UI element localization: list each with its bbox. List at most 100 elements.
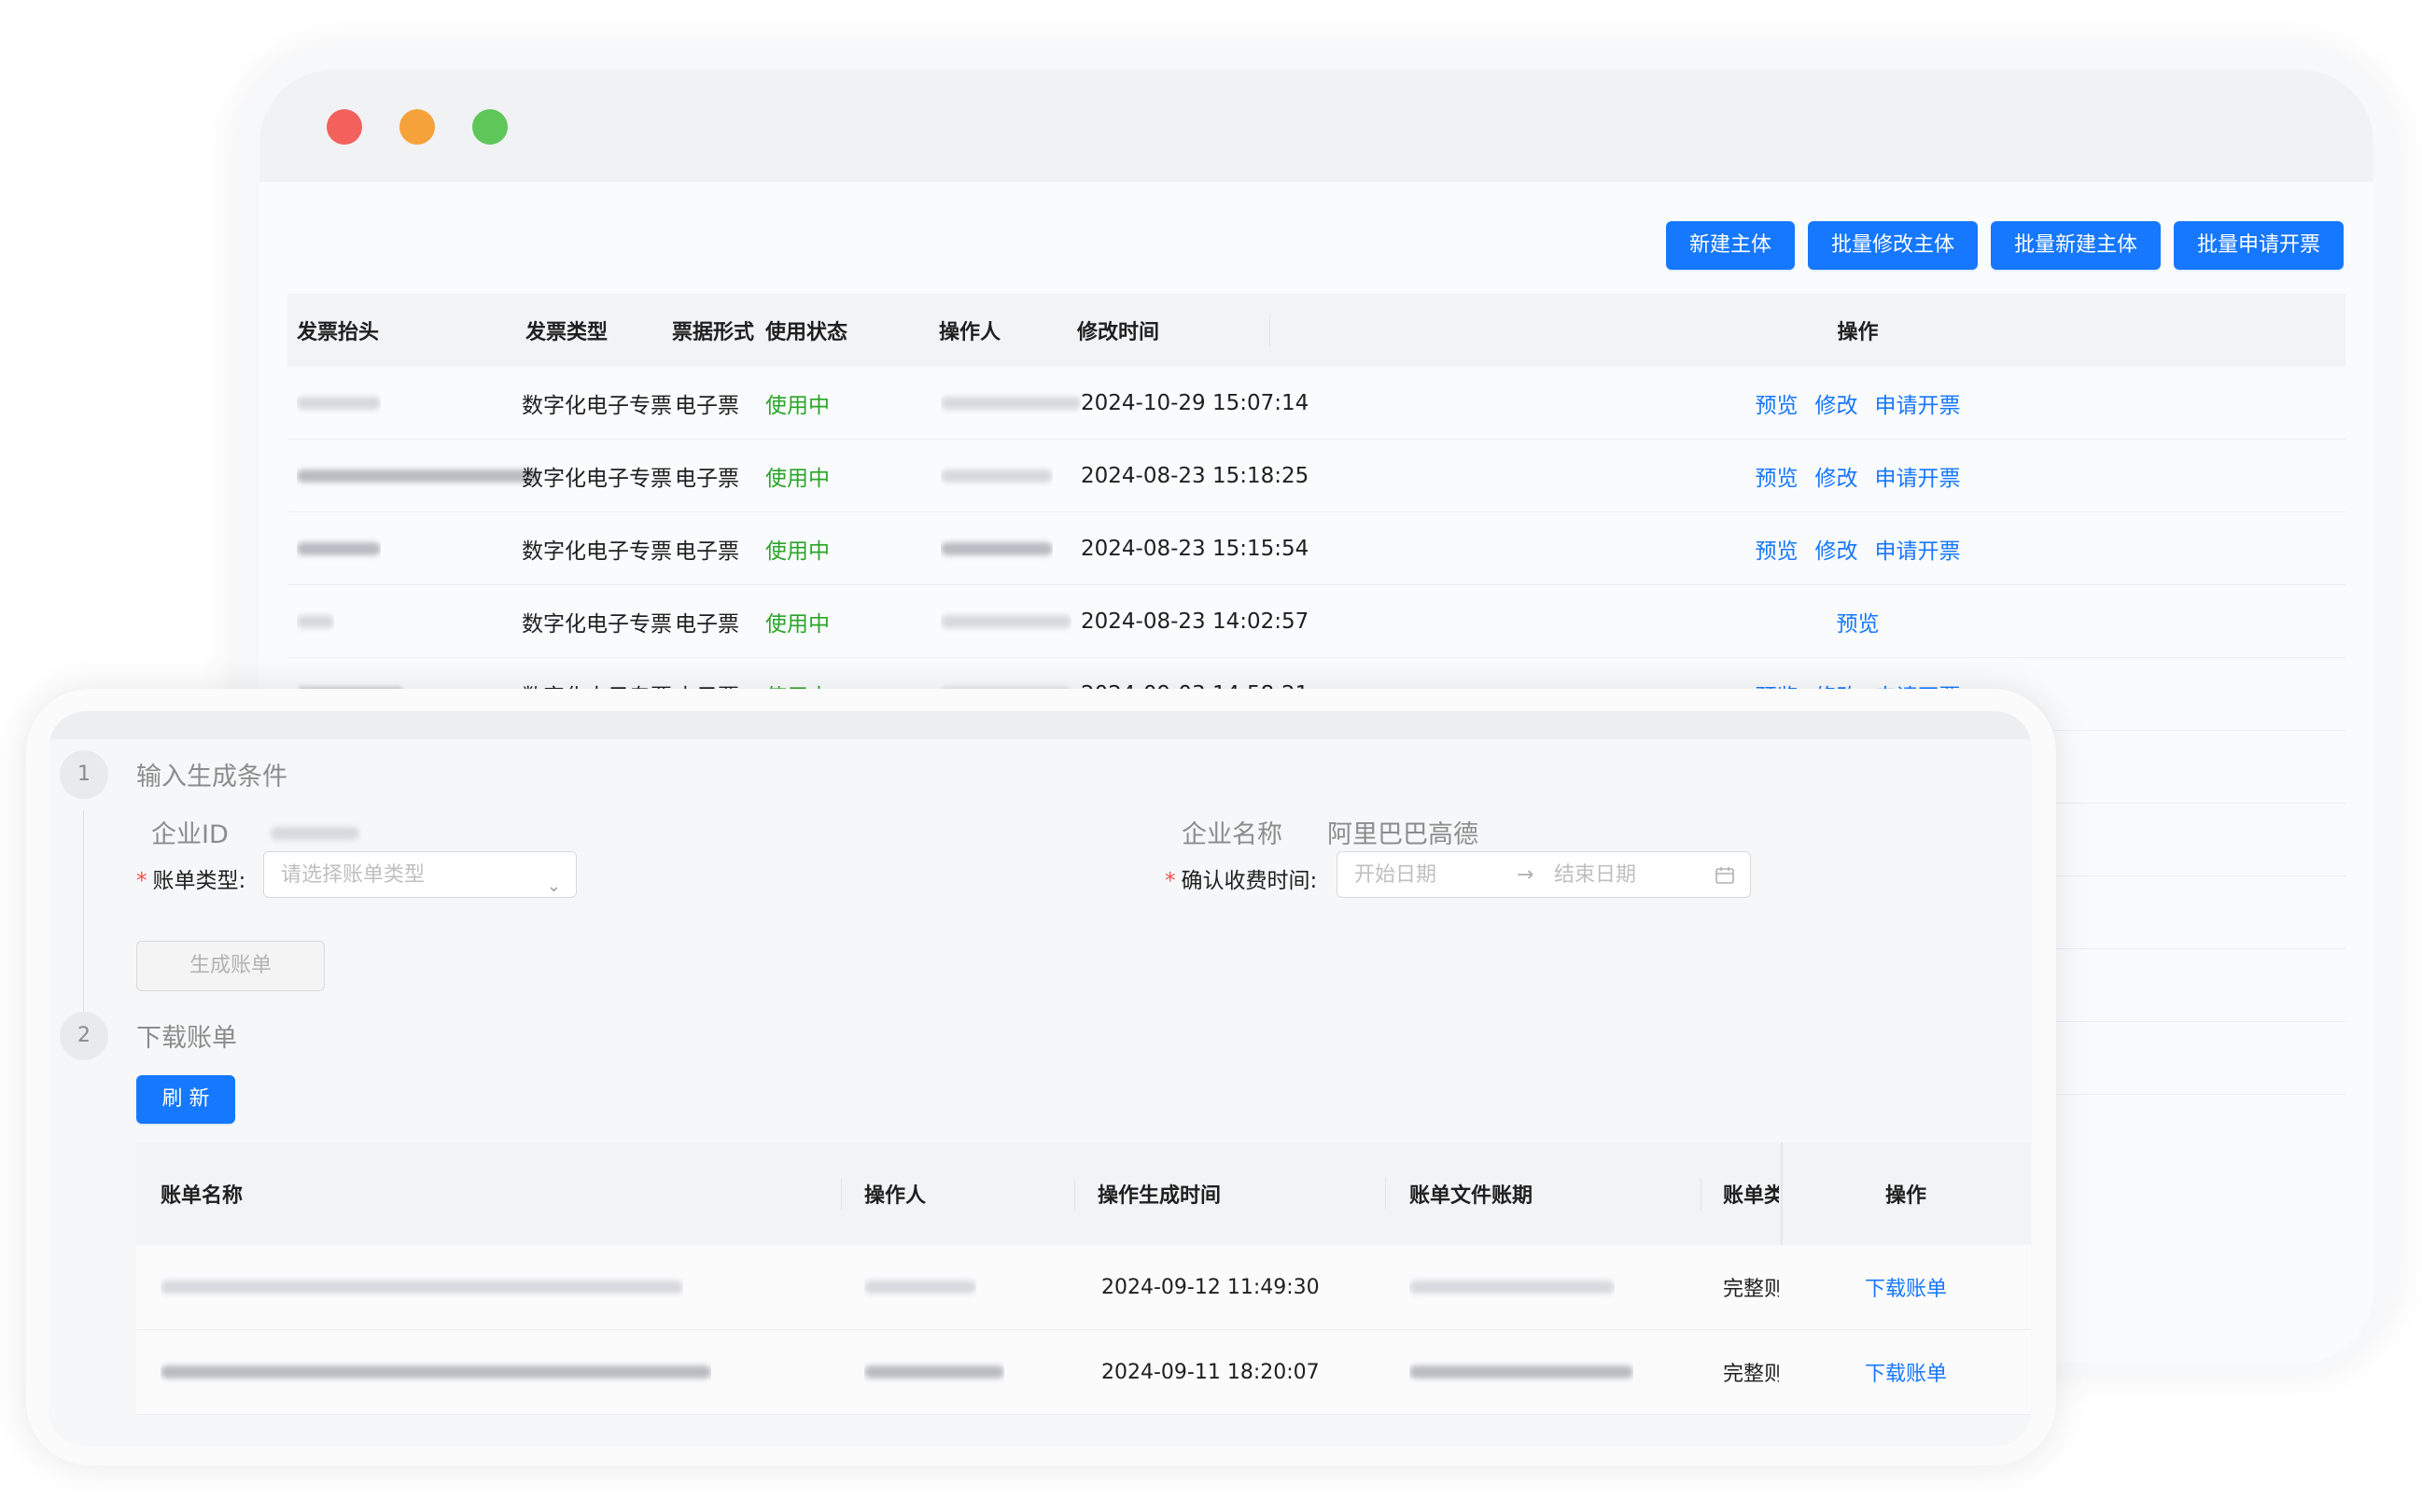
header-invoice-type: 发票类型	[525, 321, 609, 344]
required-mark: *	[1165, 869, 1176, 893]
redacted-text	[941, 469, 1053, 483]
row-actions: 预览 修改 申请开票	[1370, 440, 2345, 511]
generate-bill-button[interactable]: 生成账单	[136, 941, 325, 991]
start-date-input[interactable]: 开始日期	[1354, 863, 1436, 887]
maximize-window-button[interactable]	[472, 109, 508, 145]
batch-new-entity-button[interactable]: 批量新建主体	[1990, 221, 2161, 270]
step-1-indicator: 1	[60, 750, 108, 799]
header-modified-time: 修改时间	[1077, 321, 1160, 344]
status-badge: 使用中	[765, 393, 830, 418]
preview-link[interactable]: 预览	[1837, 606, 1880, 637]
redacted-text	[297, 541, 381, 555]
apply-invoice-link[interactable]: 申请开票	[1875, 460, 1961, 492]
preview-link[interactable]: 预览	[1756, 533, 1799, 565]
edit-link[interactable]: 修改	[1815, 533, 1858, 565]
invoice-type: 数字化电子专票	[522, 466, 672, 491]
row-actions: 预览 修改 申请开票	[1370, 512, 2345, 584]
fixed-column-shadow	[1781, 1142, 1783, 1245]
redacted-text	[161, 1281, 683, 1294]
download-bill-link[interactable]: 下载账单	[1865, 1357, 1947, 1387]
redacted-text	[941, 541, 1053, 555]
bill-type-placeholder: 请选择账单类型	[281, 863, 426, 887]
confirm-time-label: * 确认收费时间:	[1165, 862, 1317, 894]
bill-form: 电子票	[675, 611, 739, 637]
generate-time: 2024-09-11 18:20:07	[1101, 1360, 1320, 1384]
redacted-text	[1409, 1281, 1615, 1294]
status-badge: 使用中	[765, 539, 830, 564]
bill-form: 电子票	[675, 466, 739, 491]
window-top-strip	[49, 711, 2032, 739]
download-bill-link[interactable]: 下载账单	[1865, 1272, 1947, 1302]
required-mark: *	[136, 869, 147, 893]
status-badge: 使用中	[765, 611, 830, 637]
header-actions: 操作	[1837, 321, 1879, 344]
new-entity-button[interactable]: 新建主体	[1665, 221, 1795, 270]
table-row: 数字化电子专票 电子票 使用中 2024-08-23 14:02:57 预览	[287, 585, 2345, 658]
bill-window: 1 输入生成条件 企业ID 企业名称 阿里巴巴高德 * 账单类型: 请选择账单类型…	[49, 711, 2032, 1447]
bill-type: 完整则	[1723, 1278, 1779, 1301]
header-operator: 操作人	[864, 1184, 927, 1208]
end-date-input[interactable]: 结束日期	[1554, 852, 1636, 899]
bill-type-select[interactable]: 请选择账单类型 ⌄	[263, 851, 577, 898]
column-divider	[841, 1178, 842, 1210]
edit-link[interactable]: 修改	[1815, 387, 1858, 419]
enterprise-name-value: 阿里巴巴高德	[1327, 820, 1478, 849]
chevron-down-icon: ⌄	[546, 876, 561, 896]
bill-form: 电子票	[675, 393, 739, 418]
preview-link[interactable]: 预览	[1756, 387, 1799, 419]
refresh-button[interactable]: 刷 新	[136, 1075, 235, 1124]
table-header: 发票抬头 发票类型 票据形式 使用状态 操作人 修改时间 操作	[287, 294, 2345, 367]
enterprise-id-label: 企业ID	[151, 820, 229, 849]
close-window-button[interactable]	[327, 109, 362, 145]
redacted-text	[864, 1365, 1004, 1379]
title-bar	[259, 70, 2373, 182]
column-divider	[1074, 1178, 1075, 1210]
header-bill-name: 账单名称	[161, 1184, 244, 1208]
modified-time: 2024-08-23 15:15:54	[1081, 536, 1309, 561]
toolbar: 新建主体 批量修改主体 批量新建主体 批量申请开票	[1665, 221, 2344, 270]
header-actions: 操作	[1884, 1184, 1926, 1208]
column-divider	[1385, 1178, 1386, 1210]
table-header: 账单名称 操作人 操作生成时间 账单文件账期 账单类 操作	[136, 1142, 2031, 1245]
table-row: 数字化电子专票 电子票 使用中 2024-08-23 15:15:54 预览 修…	[287, 512, 2345, 585]
step-connector	[83, 810, 84, 1014]
apply-invoice-link[interactable]: 申请开票	[1875, 533, 1961, 565]
header-invoice-title: 发票抬头	[297, 321, 380, 344]
invoice-type: 数字化电子专票	[522, 539, 672, 564]
step-1-title: 输入生成条件	[136, 763, 287, 791]
status-badge: 使用中	[765, 466, 830, 491]
preview-link[interactable]: 预览	[1756, 460, 1799, 492]
edit-link[interactable]: 修改	[1815, 460, 1858, 492]
redacted-text	[297, 469, 539, 483]
header-status: 使用状态	[765, 321, 848, 344]
modified-time: 2024-08-23 15:18:25	[1081, 463, 1309, 488]
bill-type-label: * 账单类型:	[136, 862, 245, 894]
range-arrow-icon: →	[1517, 863, 1534, 887]
bill-type: 完整则	[1723, 1363, 1779, 1386]
minimize-window-button[interactable]	[399, 109, 435, 145]
date-range-picker[interactable]: 开始日期 → 结束日期	[1337, 851, 1751, 898]
header-operator: 操作人	[939, 321, 1001, 344]
header-bill-type: 账单类	[1723, 1184, 1779, 1208]
row-actions: 预览 修改 申请开票	[1370, 367, 2345, 439]
confirm-time-label-text: 确认收费时间:	[1181, 869, 1318, 893]
step-2-indicator: 2	[60, 1012, 108, 1060]
enterprise-name-label: 企业名称	[1182, 820, 1282, 849]
batch-edit-entity-button[interactable]: 批量修改主体	[1807, 221, 1978, 270]
row-actions: 预览	[1370, 585, 2345, 657]
batch-apply-invoice-button[interactable]: 批量申请开票	[2173, 221, 2344, 270]
redacted-text	[864, 1281, 976, 1294]
redacted-text	[941, 614, 1071, 628]
redacted-text	[1409, 1365, 1633, 1379]
invoice-type: 数字化电子专票	[522, 611, 672, 637]
table-row: 数字化电子专票 电子票 使用中 2024-08-23 15:18:25 预览 修…	[287, 440, 2345, 512]
table-row: 2024-09-12 11:49:30 完整则 下载账单	[136, 1245, 2031, 1330]
modified-time: 2024-10-29 15:07:14	[1081, 390, 1309, 415]
calendar-icon	[1715, 867, 1734, 884]
header-generate-time: 操作生成时间	[1098, 1184, 1222, 1208]
modified-time: 2024-08-23 14:02:57	[1081, 609, 1309, 634]
apply-invoice-link[interactable]: 申请开票	[1875, 387, 1961, 419]
enterprise-id-value	[271, 827, 359, 840]
redacted-text	[941, 396, 1081, 410]
redacted-text	[161, 1365, 711, 1379]
